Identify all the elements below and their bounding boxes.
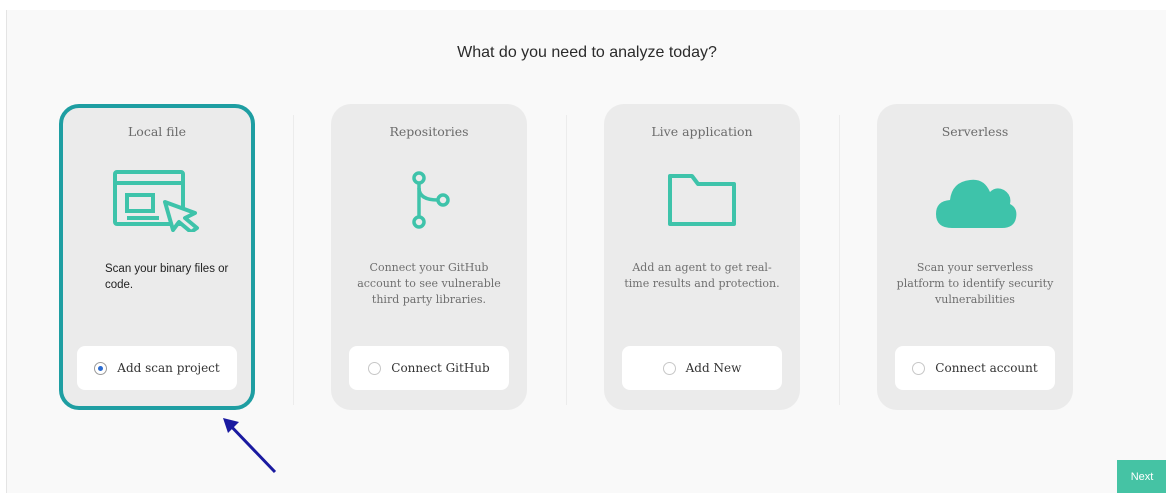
git-branch-icon bbox=[399, 168, 459, 237]
radio-unselected-icon[interactable] bbox=[662, 361, 676, 375]
radio-selected-icon[interactable] bbox=[94, 361, 108, 375]
radio-unselected-icon[interactable] bbox=[912, 361, 926, 375]
card-title: Local file bbox=[128, 124, 186, 139]
card-serverless[interactable]: Serverless Scan your serverless platform… bbox=[877, 104, 1073, 410]
annotation-arrow-icon bbox=[223, 418, 277, 474]
connect-github-button[interactable]: Connect GitHub bbox=[349, 346, 509, 390]
wizard-panel: What do you need to analyze today? Local… bbox=[6, 10, 1166, 493]
card-description: Scan your serverless platform to identif… bbox=[896, 261, 1054, 306]
page-heading: What do you need to analyze today? bbox=[457, 44, 717, 61]
card-description: Add an agent to get real-time results an… bbox=[624, 261, 780, 290]
card-repositories[interactable]: Repositories Connect your GitHub account… bbox=[331, 104, 527, 410]
card-title: Live application bbox=[651, 124, 753, 139]
folder-icon bbox=[662, 168, 742, 237]
add-new-button[interactable]: Add New bbox=[622, 346, 782, 390]
card-divider bbox=[566, 115, 567, 405]
card-title: Repositories bbox=[389, 124, 469, 139]
card-description: Connect your GitHub account to see vulne… bbox=[357, 261, 501, 306]
card-local-file[interactable]: Local file Scan your binary files or cod… bbox=[59, 104, 255, 410]
button-label: Connect GitHub bbox=[391, 361, 490, 375]
card-divider bbox=[839, 115, 840, 405]
button-label: Add scan project bbox=[117, 361, 220, 375]
cloud-icon bbox=[930, 168, 1020, 237]
add-scan-project-button[interactable]: Add scan project bbox=[77, 346, 237, 390]
button-label: Connect account bbox=[935, 361, 1038, 375]
next-button[interactable]: Next bbox=[1117, 460, 1166, 493]
radio-unselected-icon[interactable] bbox=[368, 361, 382, 375]
card-live-application[interactable]: Live application Add an agent to get rea… bbox=[604, 104, 800, 410]
window-cursor-icon bbox=[107, 168, 207, 237]
button-label: Add New bbox=[685, 361, 742, 375]
card-description: Scan your binary files or code. bbox=[105, 263, 229, 291]
card-divider bbox=[293, 115, 294, 405]
card-title: Serverless bbox=[941, 124, 1009, 139]
top-strip bbox=[0, 0, 1166, 10]
connect-account-button[interactable]: Connect account bbox=[895, 346, 1055, 390]
